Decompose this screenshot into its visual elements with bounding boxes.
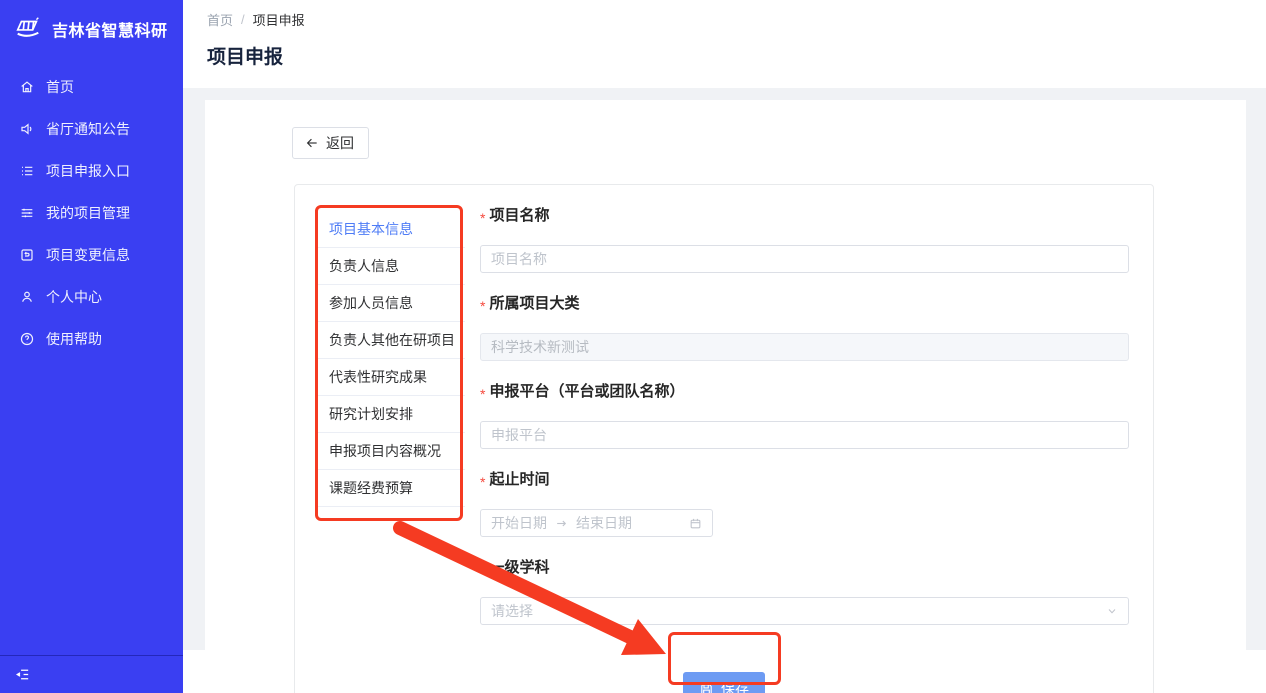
main-content: 首页 / 项目申报 项目申报 返回 项目基本信息 负责人信息 参加人员信息: [183, 0, 1266, 693]
home-icon: [19, 79, 35, 95]
app-title: 吉林省智慧科研: [52, 17, 168, 41]
field-label: * 起止时间: [480, 471, 1129, 489]
tab-achievements[interactable]: 代表性研究成果: [315, 359, 465, 396]
change-box-icon: [19, 247, 35, 263]
sidebar-item-label: 省厅通知公告: [46, 119, 130, 139]
field-label: * 申报平台（平台或团队名称）: [480, 383, 1129, 401]
field-project-category: * 所属项目大类: [480, 295, 1129, 361]
page-header: 首页 / 项目申报 项目申报: [183, 0, 1266, 88]
date-range-picker[interactable]: 开始日期 结束日期: [480, 509, 713, 537]
form-section-tabs: 项目基本信息 负责人信息 参加人员信息 负责人其他在研项目 代表性研究成果 研究…: [315, 211, 465, 647]
end-date-placeholder: 结束日期: [576, 513, 632, 533]
save-floppy-icon: [699, 682, 714, 693]
form-footer: 保存: [295, 672, 1153, 693]
sidebar-item-help[interactable]: 使用帮助: [0, 318, 183, 360]
field-discipline: * 一级学科 请选择: [480, 559, 1129, 625]
app-logo: 吉林省智慧科研: [0, 0, 183, 54]
field-platform: * 申报平台（平台或团队名称）: [480, 383, 1129, 449]
sidebar-item-label: 我的项目管理: [46, 203, 130, 223]
platform-input[interactable]: [480, 421, 1129, 449]
user-icon: [19, 289, 35, 305]
sidebar-footer: [0, 655, 183, 693]
required-mark: *: [480, 561, 485, 579]
tab-leader-info[interactable]: 负责人信息: [315, 248, 465, 285]
tab-project-overview[interactable]: 申报项目内容概况: [315, 433, 465, 470]
tab-budget[interactable]: 课题经费预算: [315, 470, 465, 507]
save-button[interactable]: 保存: [683, 672, 765, 693]
required-mark: *: [480, 385, 485, 403]
field-date-range: * 起止时间 开始日期 结束日期: [480, 471, 1129, 537]
page-title: 项目申报: [207, 42, 1242, 69]
breadcrumb-current: 项目申报: [253, 10, 305, 29]
calendar-icon: [689, 517, 702, 530]
breadcrumb: 首页 / 项目申报: [207, 10, 1242, 29]
sidebar-item-project-changes[interactable]: 项目变更信息: [0, 234, 183, 276]
arrow-right-icon: [555, 517, 568, 530]
tab-research-plan[interactable]: 研究计划安排: [315, 396, 465, 433]
breadcrumb-separator: /: [241, 12, 245, 27]
sidebar-item-label: 使用帮助: [46, 329, 102, 349]
field-label: * 所属项目大类: [480, 295, 1129, 313]
start-date-placeholder: 开始日期: [491, 513, 547, 533]
collapse-menu-icon[interactable]: [14, 666, 31, 683]
form-card: 项目基本信息 负责人信息 参加人员信息 负责人其他在研项目 代表性研究成果 研究…: [294, 184, 1154, 693]
sidebar-item-label: 个人中心: [46, 287, 102, 307]
sidebar-item-profile[interactable]: 个人中心: [0, 276, 183, 318]
select-placeholder: 请选择: [491, 601, 533, 621]
sidebar-item-notices[interactable]: 省厅通知公告: [0, 108, 183, 150]
project-category-input: [480, 333, 1129, 361]
form-panel: 返回 项目基本信息 负责人信息 参加人员信息 负责人其他在研项目 代表性研究成果…: [205, 100, 1246, 693]
sidebar-menu: 首页 省厅通知公告 项目申报入口: [0, 66, 183, 360]
app-logo-icon: [13, 14, 43, 44]
arrow-left-icon: [305, 136, 319, 150]
list-icon: [19, 163, 35, 179]
tasks-icon: [19, 205, 35, 221]
tab-other-projects[interactable]: 负责人其他在研项目: [315, 322, 465, 359]
field-label: * 一级学科: [480, 559, 1129, 577]
required-mark: *: [480, 473, 485, 491]
form-fields: * 项目名称 * 所属项目大类 *: [465, 185, 1153, 647]
back-button[interactable]: 返回: [292, 127, 369, 159]
sidebar-item-label: 项目申报入口: [46, 161, 130, 181]
sidebar-item-home[interactable]: 首页: [0, 66, 183, 108]
sidebar-item-my-projects[interactable]: 我的项目管理: [0, 192, 183, 234]
chevron-down-icon: [1106, 605, 1118, 617]
help-circle-icon: [19, 331, 35, 347]
field-label: * 项目名称: [480, 207, 1129, 225]
sidebar-item-label: 项目变更信息: [46, 245, 130, 265]
sidebar-item-apply-entry[interactable]: 项目申报入口: [0, 150, 183, 192]
sidebar-item-label: 首页: [46, 77, 74, 97]
megaphone-icon: [19, 121, 35, 137]
tab-participants[interactable]: 参加人员信息: [315, 285, 465, 322]
project-name-input[interactable]: [480, 245, 1129, 273]
tab-basic-info[interactable]: 项目基本信息: [315, 211, 465, 248]
field-project-name: * 项目名称: [480, 207, 1129, 273]
discipline-select[interactable]: 请选择: [480, 597, 1129, 625]
sidebar: 吉林省智慧科研 首页 省厅通知公告: [0, 0, 183, 693]
required-mark: *: [480, 209, 485, 227]
breadcrumb-home[interactable]: 首页: [207, 10, 233, 29]
required-mark: *: [480, 297, 485, 315]
